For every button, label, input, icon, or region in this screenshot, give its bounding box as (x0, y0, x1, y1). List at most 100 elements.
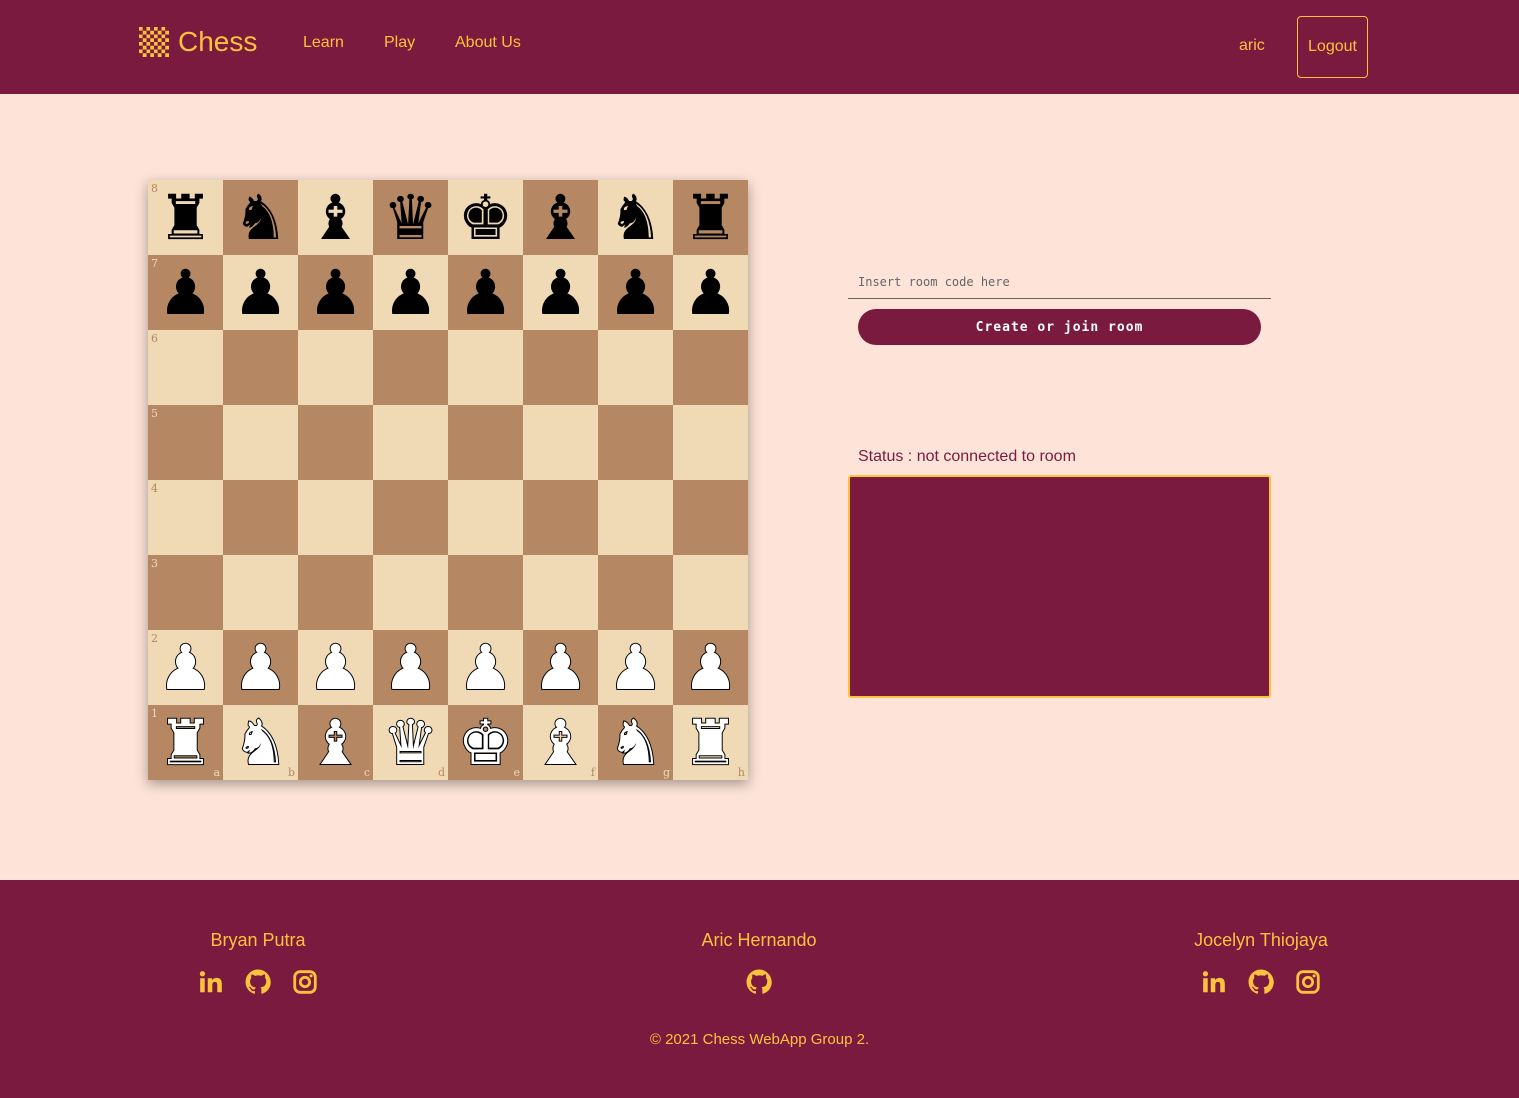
square-d1[interactable]: d ♛ (373, 705, 448, 780)
square-c7[interactable]: ♟ (298, 255, 373, 330)
black-king-icon[interactable]: ♚ (458, 186, 514, 249)
white-bishop-icon[interactable]: ♝ (532, 710, 590, 774)
square-d3[interactable] (373, 555, 448, 630)
black-pawn-icon[interactable]: ♟ (608, 261, 664, 324)
white-pawn-icon[interactable]: ♟ (607, 635, 665, 699)
white-knight-icon[interactable]: ♞ (232, 710, 290, 774)
square-e3[interactable] (448, 555, 523, 630)
black-knight-icon[interactable]: ♞ (233, 186, 289, 249)
create-or-join-room-button[interactable]: Create or join room (858, 309, 1261, 345)
square-e4[interactable] (448, 480, 523, 555)
white-knight-icon[interactable]: ♞ (607, 710, 665, 774)
github-icon[interactable] (746, 969, 772, 995)
logout-button[interactable]: Logout (1297, 16, 1368, 78)
square-g7[interactable]: ♟ (598, 255, 673, 330)
square-h3[interactable] (673, 555, 748, 630)
square-b8[interactable]: ♞ (223, 180, 298, 255)
black-rook-icon[interactable]: ♜ (158, 186, 214, 249)
square-g4[interactable] (598, 480, 673, 555)
square-h5[interactable] (673, 405, 748, 480)
square-h7[interactable]: ♟ (673, 255, 748, 330)
square-c2[interactable]: ♟ (298, 630, 373, 705)
square-e6[interactable] (448, 330, 523, 405)
white-bishop-icon[interactable]: ♝ (307, 710, 365, 774)
square-f1[interactable]: f ♝ (523, 705, 598, 780)
black-queen-icon[interactable]: ♛ (383, 186, 439, 249)
white-pawn-icon[interactable]: ♟ (307, 635, 365, 699)
square-g3[interactable] (598, 555, 673, 630)
black-pawn-icon[interactable]: ♟ (233, 261, 289, 324)
square-h4[interactable] (673, 480, 748, 555)
square-g6[interactable] (598, 330, 673, 405)
square-c8[interactable]: ♝ (298, 180, 373, 255)
square-c1[interactable]: c ♝ (298, 705, 373, 780)
square-g8[interactable]: ♞ (598, 180, 673, 255)
square-b3[interactable] (223, 555, 298, 630)
square-e5[interactable] (448, 405, 523, 480)
square-b4[interactable] (223, 480, 298, 555)
square-f6[interactable] (523, 330, 598, 405)
white-pawn-icon[interactable]: ♟ (532, 635, 590, 699)
black-pawn-icon[interactable]: ♟ (458, 261, 514, 324)
square-a6[interactable]: 6 (148, 330, 223, 405)
chess-board[interactable]: 8 ♜ ♞ ♝ ♛ ♚ ♝ ♞ ♜ 7 ♟ ♟ ♟ ♟ ♟ ♟ ♟ ♟ 6 5 4 3 2 ♟ ♟ ♟ ♟ ♟ ♟ ♟ ♟ 1 a ♜ b ♞ c ♝ d ♛… (148, 180, 748, 780)
square-a7[interactable]: 7 ♟ (148, 255, 223, 330)
square-g1[interactable]: g ♞ (598, 705, 673, 780)
square-a3[interactable]: 3 (148, 555, 223, 630)
black-rook-icon[interactable]: ♜ (683, 186, 739, 249)
black-pawn-icon[interactable]: ♟ (158, 261, 214, 324)
square-d4[interactable] (373, 480, 448, 555)
square-c5[interactable] (298, 405, 373, 480)
black-pawn-icon[interactable]: ♟ (533, 261, 589, 324)
square-d8[interactable]: ♛ (373, 180, 448, 255)
square-g5[interactable] (598, 405, 673, 480)
github-icon[interactable] (245, 969, 271, 995)
square-f4[interactable] (523, 480, 598, 555)
square-e7[interactable]: ♟ (448, 255, 523, 330)
black-knight-icon[interactable]: ♞ (608, 186, 664, 249)
square-b6[interactable] (223, 330, 298, 405)
square-f3[interactable] (523, 555, 598, 630)
instagram-icon[interactable] (1295, 969, 1321, 995)
square-b1[interactable]: b ♞ (223, 705, 298, 780)
square-a8[interactable]: 8 ♜ (148, 180, 223, 255)
square-e2[interactable]: ♟ (448, 630, 523, 705)
square-h8[interactable]: ♜ (673, 180, 748, 255)
black-bishop-icon[interactable]: ♝ (533, 186, 589, 249)
square-f7[interactable]: ♟ (523, 255, 598, 330)
white-queen-icon[interactable]: ♛ (382, 710, 440, 774)
square-f8[interactable]: ♝ (523, 180, 598, 255)
square-d2[interactable]: ♟ (373, 630, 448, 705)
square-b2[interactable]: ♟ (223, 630, 298, 705)
square-h1[interactable]: h ♜ (673, 705, 748, 780)
white-pawn-icon[interactable]: ♟ (232, 635, 290, 699)
square-f5[interactable] (523, 405, 598, 480)
square-c6[interactable] (298, 330, 373, 405)
square-g2[interactable]: ♟ (598, 630, 673, 705)
square-h6[interactable] (673, 330, 748, 405)
square-f2[interactable]: ♟ (523, 630, 598, 705)
instagram-icon[interactable] (292, 969, 318, 995)
square-h2[interactable]: ♟ (673, 630, 748, 705)
linkedin-icon[interactable] (198, 969, 224, 995)
black-bishop-icon[interactable]: ♝ (308, 186, 364, 249)
square-d6[interactable] (373, 330, 448, 405)
square-b5[interactable] (223, 405, 298, 480)
nav-link-about-us[interactable]: About Us (455, 34, 521, 52)
brand-link[interactable]: Chess (139, 26, 257, 58)
square-a1[interactable]: 1 a ♜ (148, 705, 223, 780)
square-d5[interactable] (373, 405, 448, 480)
black-pawn-icon[interactable]: ♟ (383, 261, 439, 324)
square-a5[interactable]: 5 (148, 405, 223, 480)
white-king-icon[interactable]: ♚ (457, 710, 515, 774)
nav-link-play[interactable]: Play (384, 34, 415, 52)
black-pawn-icon[interactable]: ♟ (308, 261, 364, 324)
white-rook-icon[interactable]: ♜ (157, 710, 215, 774)
square-e1[interactable]: e ♚ (448, 705, 523, 780)
square-a2[interactable]: 2 ♟ (148, 630, 223, 705)
white-rook-icon[interactable]: ♜ (682, 710, 740, 774)
square-a4[interactable]: 4 (148, 480, 223, 555)
github-icon[interactable] (1248, 969, 1274, 995)
room-code-input[interactable] (848, 266, 1271, 299)
square-c4[interactable] (298, 480, 373, 555)
